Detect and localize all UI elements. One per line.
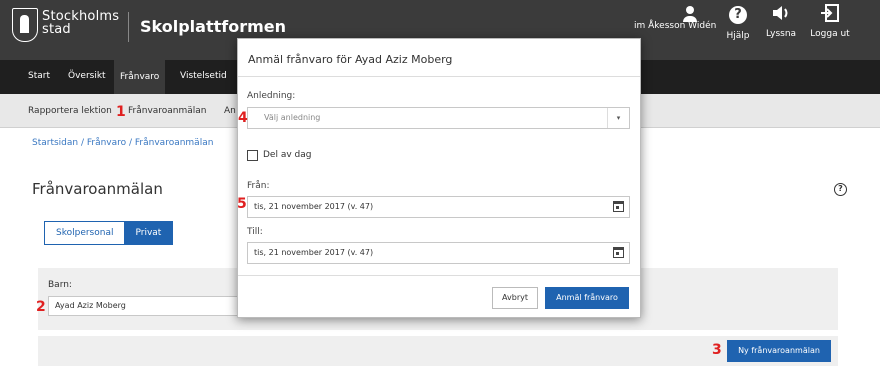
logo-text-line2: stad (42, 22, 71, 37)
user-menu-button[interactable] (668, 4, 712, 48)
breadcrumb[interactable]: Startsidan / Frånvaro / Frånvaroanmälan (32, 138, 213, 148)
user-icon (668, 4, 712, 26)
nav-item-start[interactable]: Start (28, 71, 50, 81)
speaker-icon (759, 4, 803, 26)
to-date-input[interactable]: tis, 21 november 2017 (v. 47) (247, 242, 630, 264)
listen-button[interactable]: Lyssna (759, 4, 803, 48)
from-date-value: tis, 21 november 2017 (v. 47) (254, 202, 374, 211)
annotation-marker-2: 2 (36, 299, 46, 315)
to-date-value: tis, 21 november 2017 (v. 47) (254, 248, 374, 257)
listen-label: Lyssna (765, 29, 797, 39)
part-of-day-checkbox[interactable] (247, 150, 258, 161)
annotation-marker-1: 1 (116, 104, 126, 120)
absence-modal: Anmäl frånvaro för Ayad Aziz Moberg Anle… (237, 38, 641, 318)
nav-item-oversikt[interactable]: Översikt (68, 71, 106, 81)
modal-title: Anmäl frånvaro för Ayad Aziz Moberg (248, 53, 453, 66)
to-label: Till: (247, 227, 263, 237)
annotation-marker-4: 4 (238, 110, 248, 126)
stockholm-logo[interactable]: Stockholms stad (12, 6, 132, 46)
modal-footer-divider (238, 275, 640, 276)
reason-placeholder: Välj anledning (264, 113, 321, 122)
annotation-marker-5: 5 (237, 196, 247, 212)
logo-text: Stockholms stad (42, 10, 119, 36)
logo-divider (128, 12, 129, 42)
calendar-icon[interactable] (613, 201, 624, 212)
help-label: Hjälp (726, 31, 750, 41)
chevron-down-icon: ▾ (607, 108, 629, 128)
nav-item-vistelsetid[interactable]: Vistelsetid (180, 71, 227, 81)
subnav-item-an[interactable]: An (224, 106, 236, 116)
barn-select[interactable]: Ayad Aziz Moberg (48, 296, 248, 316)
help-button[interactable]: ? Hjälp (716, 4, 760, 48)
barn-label: Barn: (48, 280, 72, 290)
submit-absence-button[interactable]: Anmäl frånvaro (545, 287, 629, 309)
crest-icon (12, 8, 38, 42)
toggle-skolpersonal[interactable]: Skolpersonal (45, 222, 125, 244)
from-date-input[interactable]: tis, 21 november 2017 (v. 47) (247, 196, 630, 218)
reason-select[interactable]: Välj anledning ▾ (247, 107, 630, 129)
annotation-marker-3: 3 (712, 342, 722, 358)
subnav-item-rapportera-lektion[interactable]: Rapportera lektion (28, 106, 112, 116)
logout-icon (808, 4, 852, 26)
calendar-icon[interactable] (613, 247, 624, 258)
modal-divider (238, 76, 640, 77)
nav-item-franvaro[interactable]: Frånvaro (114, 60, 166, 94)
toggle-privat[interactable]: Privat (124, 222, 173, 244)
logout-button[interactable]: Logga ut (808, 4, 852, 48)
reason-label: Anledning: (247, 91, 296, 101)
role-toggle: Skolpersonal Privat (44, 221, 174, 245)
from-label: Från: (247, 181, 270, 191)
part-of-day-label: Del av dag (263, 150, 312, 160)
cancel-button[interactable]: Avbryt (492, 287, 538, 309)
logout-label: Logga ut (810, 29, 850, 39)
product-name: Skolplattformen (140, 17, 286, 36)
help-circle-icon[interactable]: ? (834, 183, 847, 196)
page-title: Frånvaroanmälan (32, 180, 163, 198)
new-absence-button[interactable]: Ny frånvaroanmälan (727, 340, 831, 362)
help-icon: ? (716, 6, 760, 28)
subnav-item-franvaroanmalan[interactable]: Frånvaroanmälan (128, 106, 207, 116)
